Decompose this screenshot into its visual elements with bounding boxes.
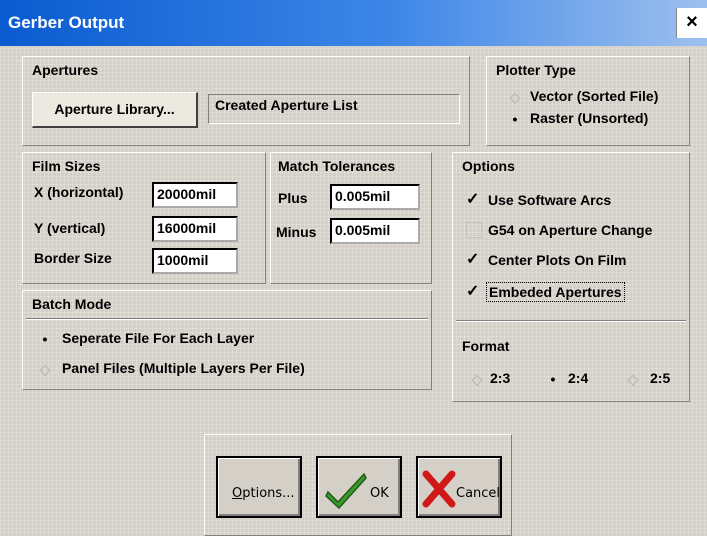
options-label: Options — [462, 158, 515, 174]
film-y-input[interactable]: 16000mil — [152, 216, 238, 242]
embeded-apertures-checkbox[interactable]: ✓ — [466, 284, 482, 300]
film-y-label: Y (vertical) — [34, 220, 106, 236]
plotter-vector-radio[interactable]: ◇ — [508, 90, 522, 104]
options-button[interactable]: Options... — [216, 456, 302, 518]
button-bar: Options... OK Cancel — [0, 408, 707, 536]
match-tolerances-label: Match Tolerances — [278, 158, 396, 174]
separate-file-radio[interactable]: • — [38, 332, 52, 346]
options-group — [452, 152, 690, 402]
embeded-apertures-label: Embeded Apertures — [486, 282, 625, 302]
ok-check-icon — [325, 472, 367, 510]
panel-files-label: Panel Files (Multiple Layers Per File) — [62, 360, 305, 376]
created-aperture-list-text: Created Aperture List — [215, 97, 358, 113]
format-2-3-label: 2:3 — [490, 370, 511, 386]
cancel-button-label: Cancel — [456, 486, 501, 501]
use-software-arcs-label: Use Software Arcs — [488, 192, 612, 208]
plotter-raster-radio[interactable]: • — [508, 112, 522, 126]
options-button-label: Options... — [232, 486, 295, 501]
gerber-output-dialog: Gerber Output × Apertures Aperture Libra… — [0, 0, 707, 536]
aperture-library-button[interactable]: Aperture Library... — [32, 92, 198, 128]
border-size-label: Border Size — [34, 250, 112, 266]
film-x-label: X (horizontal) — [34, 184, 124, 200]
plus-label: Plus — [278, 190, 308, 206]
minus-input[interactable]: 0.005mil — [330, 218, 420, 244]
plotter-raster-label: Raster (Unsorted) — [530, 110, 649, 126]
center-plots-checkbox[interactable]: ✓ — [466, 252, 482, 268]
g54-label: G54 on Aperture Change — [488, 222, 653, 238]
plus-input[interactable]: 0.005mil — [330, 184, 420, 210]
minus-label: Minus — [276, 224, 317, 240]
plotter-type-label: Plotter Type — [496, 62, 576, 78]
border-size-input[interactable]: 1000mil — [152, 248, 238, 274]
panel-files-radio[interactable]: ◇ — [38, 362, 52, 376]
film-sizes-label: Film Sizes — [32, 158, 101, 174]
options-separator — [456, 320, 686, 322]
batch-mode-separator — [26, 318, 428, 320]
format-2-4-radio[interactable]: • — [546, 372, 560, 386]
format-2-5-label: 2:5 — [650, 370, 671, 386]
use-software-arcs-checkbox[interactable]: ✓ — [466, 192, 482, 208]
cancel-x-icon — [422, 470, 456, 508]
film-x-input[interactable]: 20000mil — [152, 182, 238, 208]
cancel-button[interactable]: Cancel — [416, 456, 502, 518]
ok-button-label: OK — [370, 486, 389, 501]
plotter-vector-label: Vector (Sorted File) — [530, 88, 659, 104]
apertures-label: Apertures — [32, 62, 99, 78]
format-2-5-radio[interactable]: ◇ — [626, 372, 640, 386]
aperture-library-label: Aperture Library... — [54, 101, 175, 117]
format-2-4-label: 2:4 — [568, 370, 589, 386]
window-title: Gerber Output — [8, 13, 125, 32]
format-2-3-radio[interactable]: ◇ — [470, 372, 484, 386]
ok-button[interactable]: OK — [316, 456, 402, 518]
format-label: Format — [462, 338, 510, 354]
separate-file-label: Seperate File For Each Layer — [62, 330, 255, 346]
batch-mode-label: Batch Mode — [32, 296, 112, 312]
title-bar[interactable]: Gerber Output — [0, 0, 707, 46]
center-plots-label: Center Plots On Film — [488, 252, 627, 268]
g54-checkbox[interactable] — [466, 222, 482, 238]
created-aperture-list[interactable]: Created Aperture List — [208, 94, 460, 124]
close-button[interactable]: × — [676, 8, 707, 38]
